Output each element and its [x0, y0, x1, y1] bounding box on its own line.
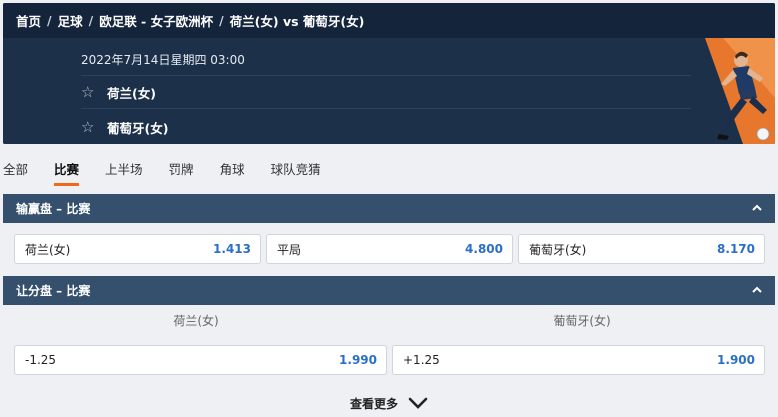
odds-label: 葡萄牙(女)	[529, 242, 587, 257]
breadcrumb-match: 荷兰(女) vs 葡萄牙(女)	[229, 14, 365, 29]
tab-3[interactable]: 罚牌	[169, 150, 194, 186]
handicap-section-header[interactable]: 让分盘 – 比赛	[3, 276, 775, 305]
tab-1[interactable]: 比赛	[54, 150, 80, 186]
handicap-away-header: 葡萄牙(女)	[553, 313, 611, 328]
odds-button-home[interactable]: 荷兰(女) 1.413	[14, 234, 261, 264]
star-icon[interactable]: ☆	[81, 83, 107, 101]
odds-button-away[interactable]: 葡萄牙(女) 8.170	[518, 234, 765, 264]
breadcrumb-separator: /	[47, 13, 52, 28]
moneyline-section-body: 荷兰(女) 1.413 平局 4.800 葡萄牙(女) 8.170	[3, 223, 775, 270]
market-tabs: 全部 比赛 上半场 罚牌 角球 球队竞猜	[0, 150, 778, 186]
tab-4[interactable]: 角球	[220, 150, 245, 186]
handicap-line: -1.25	[25, 353, 57, 367]
away-team-row: ☆ 葡萄牙(女)	[81, 110, 691, 144]
odds-value: 1.990	[339, 353, 377, 367]
handicap-section-body: 荷兰(女) 葡萄牙(女) -1.25 1.990 +1.25 1.900	[3, 305, 775, 383]
home-team-row: ☆ 荷兰(女)	[81, 75, 691, 109]
handicap-button-home[interactable]: -1.25 1.990	[14, 345, 387, 375]
match-datetime: 2022年7月14日星期四 03:00	[81, 53, 245, 67]
away-team-name: 葡萄牙(女)	[107, 120, 169, 136]
breadcrumb-separator: /	[219, 13, 224, 28]
chevron-up-icon[interactable]	[751, 284, 763, 296]
odds-value: 4.800	[465, 242, 503, 256]
handicap-line: +1.25	[403, 353, 440, 367]
star-icon[interactable]: ☆	[81, 118, 107, 136]
odds-value: 1.900	[717, 353, 755, 367]
moneyline-title: 输赢盘 – 比赛	[16, 202, 91, 216]
breadcrumb-league[interactable]: 欧足联 - 女子欧洲杯	[99, 11, 213, 30]
tab-5[interactable]: 球队竞猜	[271, 150, 321, 186]
odds-label: 平局	[277, 242, 302, 257]
match-panel: 2022年7月14日星期四 03:00 ☆ 荷兰(女) ☆ 葡萄牙(女)	[3, 38, 775, 144]
football-player-illustration	[705, 38, 775, 144]
odds-value: 1.413	[213, 242, 251, 256]
match-header: 首页 / 足球 / 欧足联 - 女子欧洲杯 / 荷兰(女) vs 葡萄牙(女) …	[3, 3, 775, 144]
home-team-name: 荷兰(女)	[107, 85, 156, 101]
see-more-label: 查看更多	[349, 396, 398, 411]
odds-value: 8.170	[717, 242, 755, 256]
chevron-up-icon[interactable]	[751, 202, 763, 214]
handicap-home-header: 荷兰(女)	[173, 313, 219, 328]
breadcrumb-football[interactable]: 足球	[58, 11, 83, 30]
handicap-title: 让分盘 – 比赛	[16, 284, 91, 298]
odds-button-draw[interactable]: 平局 4.800	[266, 234, 513, 264]
tab-2[interactable]: 上半场	[105, 150, 143, 186]
see-more-button[interactable]: 查看更多	[0, 392, 778, 414]
moneyline-section-header[interactable]: 输赢盘 – 比赛	[3, 194, 775, 223]
breadcrumb: 首页 / 足球 / 欧足联 - 女子欧洲杯 / 荷兰(女) vs 葡萄牙(女)	[3, 3, 775, 38]
odds-label: 荷兰(女)	[25, 242, 71, 257]
handicap-button-away[interactable]: +1.25 1.900	[392, 345, 765, 375]
breadcrumb-separator: /	[88, 13, 94, 28]
breadcrumb-home[interactable]: 首页	[16, 11, 41, 30]
chevron-down-icon	[408, 397, 428, 409]
tab-0[interactable]: 全部	[3, 150, 28, 186]
